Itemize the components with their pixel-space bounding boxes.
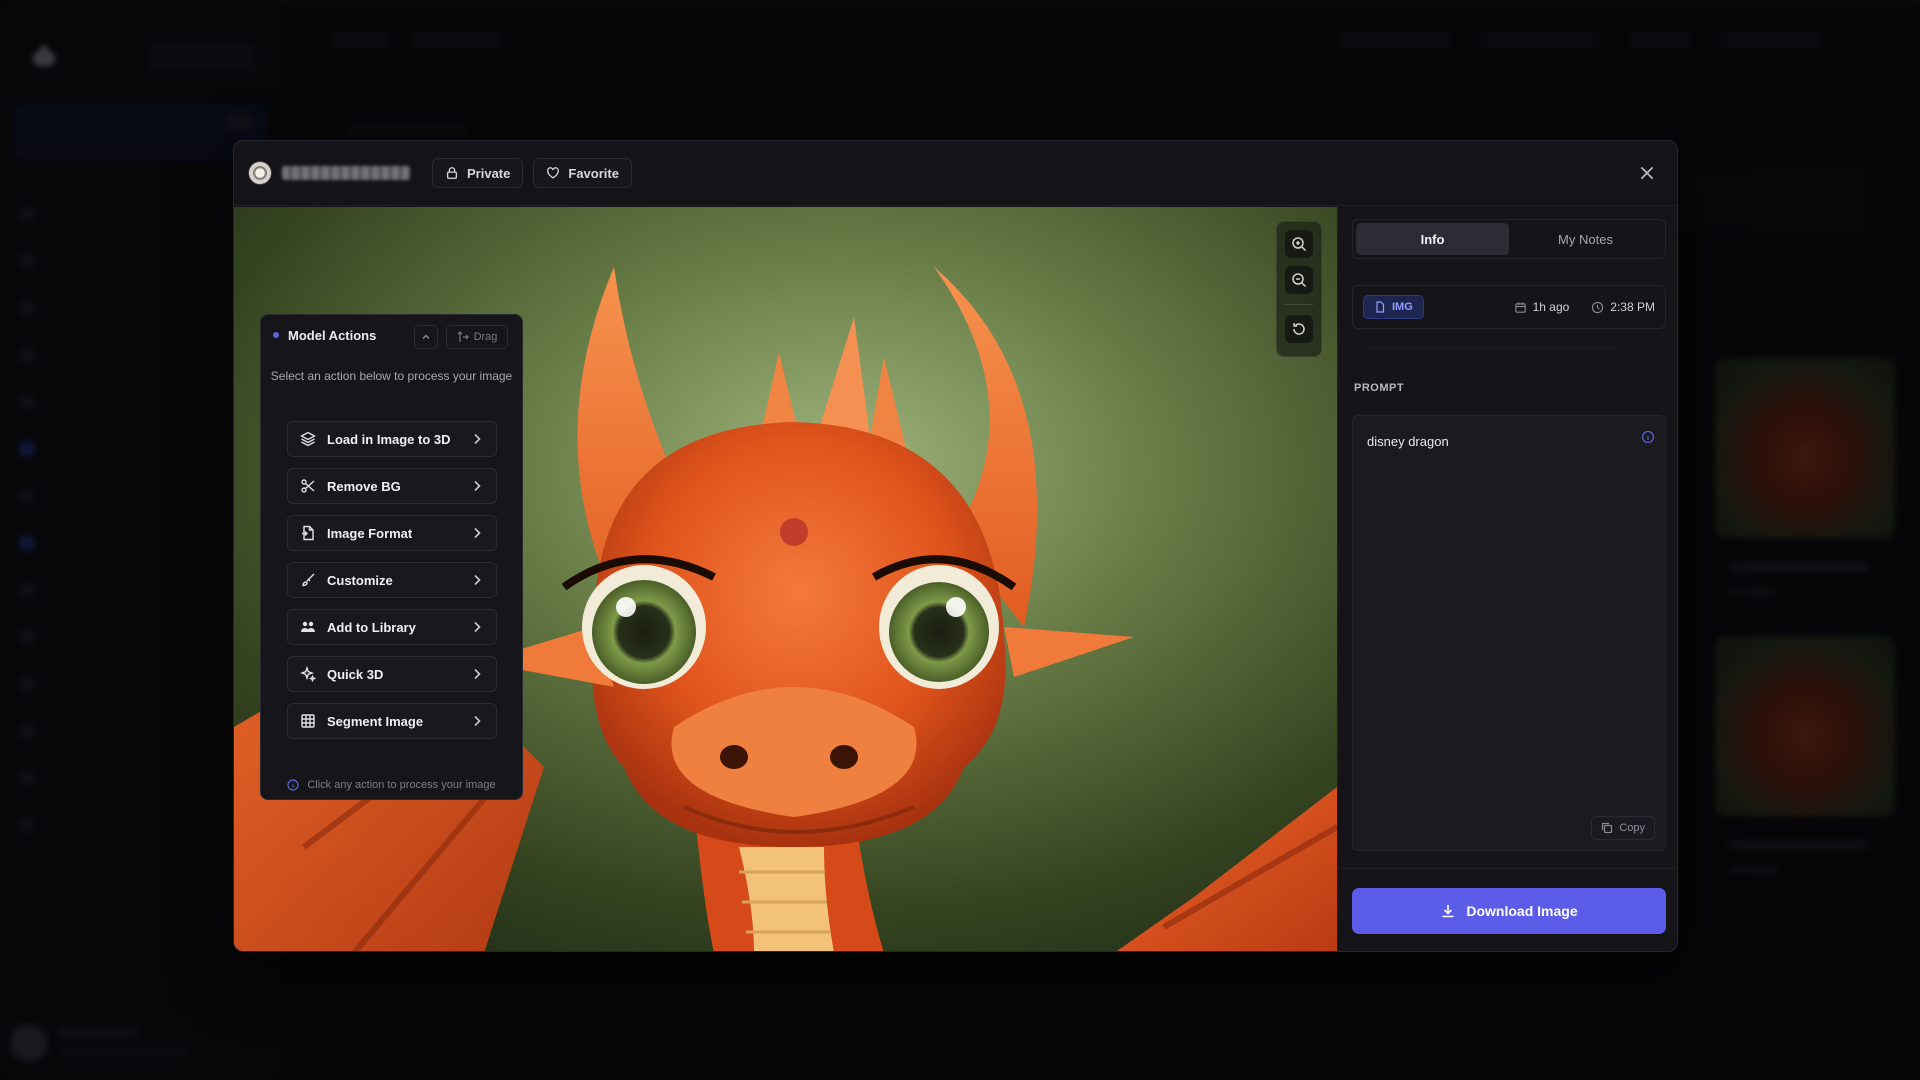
divider bbox=[1368, 347, 1618, 348]
action-quick-3d[interactable]: Quick 3D bbox=[287, 656, 497, 692]
modal-header: Private Favorite bbox=[234, 141, 1677, 206]
model-actions-subtitle: Select an action below to process your i… bbox=[270, 369, 513, 383]
copy-prompt-button[interactable]: Copy bbox=[1591, 816, 1655, 840]
model-actions-footer: Click any action to process your image bbox=[261, 779, 522, 791]
download-image-button[interactable]: Download Image bbox=[1352, 888, 1666, 934]
chevron-right-icon bbox=[474, 574, 481, 586]
move-icon bbox=[457, 331, 469, 342]
zoom-in-button[interactable] bbox=[1285, 230, 1313, 258]
prompt-heading: PROMPT bbox=[1354, 382, 1405, 394]
tab-info[interactable]: Info bbox=[1356, 223, 1509, 255]
prompt-box: disney dragon Copy bbox=[1352, 415, 1666, 851]
copy-label: Copy bbox=[1619, 822, 1645, 834]
close-button[interactable] bbox=[1635, 161, 1659, 185]
tab-my-notes[interactable]: My Notes bbox=[1509, 223, 1662, 255]
calendar-icon bbox=[1514, 301, 1526, 313]
timestamp: 1h ago 2:38 PM bbox=[1514, 300, 1655, 314]
copy-icon bbox=[1602, 822, 1613, 834]
action-customize[interactable]: Customize bbox=[287, 562, 497, 598]
privacy-label: Private bbox=[467, 165, 511, 181]
action-segment-image[interactable]: Segment Image bbox=[287, 703, 497, 739]
scissors-icon bbox=[301, 479, 315, 493]
type-badge: IMG bbox=[1363, 295, 1424, 319]
collapse-button[interactable] bbox=[414, 325, 438, 349]
model-actions-panel: Model Actions Drag Select an action belo… bbox=[260, 314, 523, 800]
info-tabs: Info My Notes bbox=[1352, 219, 1666, 259]
chevron-up-icon bbox=[422, 334, 430, 339]
chevron-right-icon bbox=[474, 715, 481, 727]
divider bbox=[1338, 868, 1677, 869]
owner-avatar bbox=[248, 161, 272, 185]
download-label: Download Image bbox=[1466, 903, 1578, 919]
info-panel: Info My Notes IMG 1h ago 2:38 PM PROMPT … bbox=[1337, 207, 1677, 951]
prompt-info-button[interactable] bbox=[1641, 430, 1655, 444]
file-convert-icon bbox=[302, 525, 314, 541]
clock-icon bbox=[1592, 301, 1604, 313]
model-actions-title: Model Actions bbox=[288, 327, 377, 343]
drag-label: Drag bbox=[473, 331, 498, 343]
footer-hint: Click any action to process your image bbox=[307, 779, 496, 791]
action-label: Image Format bbox=[327, 525, 413, 541]
users-icon bbox=[301, 621, 315, 632]
drag-handle[interactable]: Drag bbox=[446, 325, 508, 349]
privacy-button[interactable]: Private bbox=[432, 158, 524, 188]
action-label: Load in Image to 3D bbox=[327, 431, 451, 447]
status-dot bbox=[273, 332, 279, 338]
lock-icon bbox=[446, 167, 458, 179]
action-label: Segment Image bbox=[327, 713, 424, 729]
sparkles-icon bbox=[300, 666, 316, 682]
prompt-text: disney dragon bbox=[1367, 434, 1449, 449]
model-actions-list: Load in Image to 3D Remove BG Image Form… bbox=[287, 421, 497, 750]
owner-name-redacted bbox=[282, 166, 410, 180]
reset-view-button[interactable] bbox=[1285, 315, 1313, 343]
action-add-to-library[interactable]: Add to Library bbox=[287, 609, 497, 645]
zoom-toolbar bbox=[1276, 221, 1322, 357]
chevron-right-icon bbox=[474, 668, 481, 680]
action-image-format[interactable]: Image Format bbox=[287, 515, 497, 551]
action-label: Add to Library bbox=[327, 619, 416, 635]
action-load-image-to-3d[interactable]: Load in Image to 3D bbox=[287, 421, 497, 457]
info-icon bbox=[287, 779, 299, 791]
favorite-label: Favorite bbox=[568, 165, 619, 181]
favorite-button[interactable]: Favorite bbox=[533, 158, 632, 188]
action-remove-bg[interactable]: Remove BG bbox=[287, 468, 497, 504]
layers-icon bbox=[300, 431, 316, 447]
chevron-right-icon bbox=[474, 480, 481, 492]
time: 2:38 PM bbox=[1610, 300, 1655, 314]
zoom-separator bbox=[1285, 304, 1313, 305]
action-label: Quick 3D bbox=[327, 666, 384, 682]
file-icon bbox=[1376, 301, 1385, 313]
info-icon bbox=[1641, 430, 1655, 444]
grid-icon bbox=[301, 714, 315, 728]
type-badge-label: IMG bbox=[1392, 301, 1413, 313]
zoom-out-icon bbox=[1292, 273, 1307, 288]
close-icon bbox=[1640, 166, 1654, 180]
chevron-right-icon bbox=[474, 621, 481, 633]
chevron-right-icon bbox=[474, 527, 481, 539]
zoom-out-button[interactable] bbox=[1285, 266, 1313, 294]
action-label: Remove BG bbox=[327, 478, 401, 494]
meta-row: IMG 1h ago 2:38 PM bbox=[1352, 285, 1666, 329]
heart-icon bbox=[547, 167, 560, 179]
paint-brush-icon bbox=[302, 573, 315, 587]
image-viewer[interactable]: Model Actions Drag Select an action belo… bbox=[234, 207, 1337, 951]
chevron-right-icon bbox=[474, 433, 481, 445]
action-label: Customize bbox=[327, 572, 393, 588]
image-detail-modal: Private Favorite Model Actions Drag Sele… bbox=[233, 140, 1678, 952]
zoom-in-icon bbox=[1292, 237, 1307, 252]
relative-time: 1h ago bbox=[1532, 300, 1570, 314]
download-icon bbox=[1442, 905, 1454, 918]
rotate-ccw-icon bbox=[1293, 323, 1305, 335]
